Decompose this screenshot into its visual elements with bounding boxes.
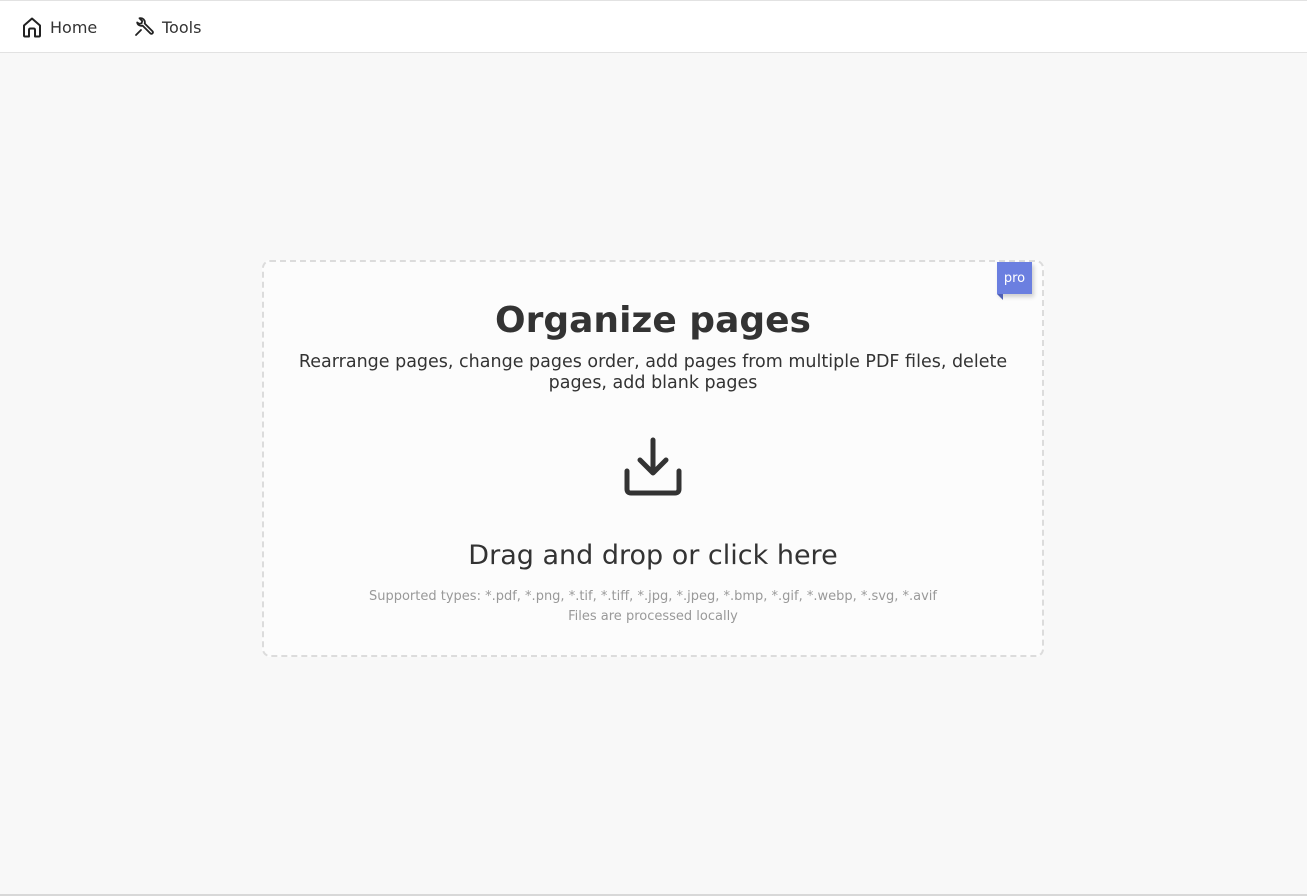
- nav-home-label: Home: [50, 17, 98, 37]
- file-dropzone[interactable]: pro Organize pages Rearrange pages, chan…: [262, 260, 1044, 657]
- page-subtitle: Rearrange pages, change pages order, add…: [298, 352, 1008, 393]
- local-processing-note: Files are processed locally: [568, 609, 738, 624]
- nav-tools-link[interactable]: Tools: [134, 1, 201, 53]
- supported-types-text: Supported types: *.pdf, *.png, *.tif, *.…: [368, 589, 937, 604]
- download-tray-icon: [621, 434, 685, 498]
- page-title: Organize pages: [495, 300, 811, 341]
- home-icon: [22, 16, 42, 38]
- drag-drop-prompt: Drag and drop or click here: [468, 540, 838, 571]
- pro-badge: pro: [997, 262, 1032, 300]
- nav-tools-label: Tools: [162, 17, 202, 37]
- nav-home-link[interactable]: Home: [22, 1, 97, 53]
- top-navigation-bar: Home Tools: [0, 0, 1307, 53]
- wrench-icon: [134, 17, 154, 37]
